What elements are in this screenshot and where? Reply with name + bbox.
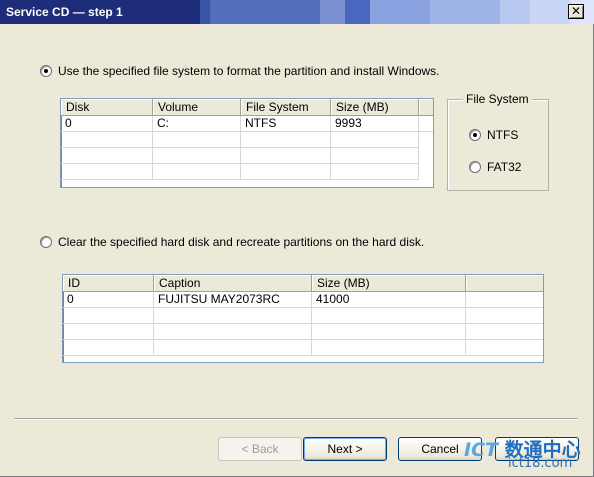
back-button[interactable]: < Back (218, 437, 302, 461)
table-cell-empty (466, 324, 543, 340)
table-cell-empty (312, 324, 466, 340)
table-cell-empty (63, 340, 154, 356)
table-cell-size[interactable]: 9993 (331, 116, 419, 132)
table-cell-empty (154, 340, 312, 356)
table-cell-blank[interactable] (419, 116, 433, 132)
clear-disk-label[interactable]: Clear the specified hard disk and recrea… (58, 235, 424, 249)
table-cell-empty (312, 308, 466, 324)
table-cell-empty (312, 340, 466, 356)
table-cell-file-system[interactable]: NTFS (241, 116, 331, 132)
button-separator (14, 418, 578, 420)
table-cell-empty (153, 164, 241, 180)
watermark-brand: ICT (464, 439, 498, 461)
ntfs-radio[interactable] (469, 129, 481, 141)
table-cell-empty (153, 132, 241, 148)
table-cell-empty (241, 148, 331, 164)
file-system-group-title: File System (463, 92, 532, 106)
table-cell-empty (154, 308, 312, 324)
fat32-label[interactable]: FAT32 (487, 160, 521, 174)
window-title: Service CD — step 1 (6, 5, 123, 19)
format-partition-radio[interactable] (40, 65, 52, 77)
partition-table[interactable]: Disk Volume File System Size (MB) 0 C: N… (60, 98, 434, 188)
table-cell-empty (331, 132, 419, 148)
table-cell-empty (61, 148, 153, 164)
ict18-watermark: ICT 数通中心 ict18.com (464, 435, 586, 475)
column-header-size[interactable]: Size (MB) (331, 99, 419, 116)
table-cell-empty (241, 132, 331, 148)
table-cell-empty (61, 164, 153, 180)
table-cell-id[interactable]: 0 (63, 292, 154, 308)
table-cell-size[interactable]: 41000 (312, 292, 466, 308)
fat32-radio[interactable] (469, 161, 481, 173)
service-cd-dialog: Service CD — step 1 ✕ Use the specified … (0, 0, 594, 477)
close-icon[interactable]: ✕ (568, 4, 584, 19)
column-header-volume[interactable]: Volume (153, 99, 241, 116)
watermark-domain: ict18.com (508, 456, 573, 471)
clear-disk-radio[interactable] (40, 236, 52, 248)
table-cell-empty (154, 324, 312, 340)
next-button[interactable]: Next > (303, 437, 387, 461)
column-header-caption[interactable]: Caption (154, 275, 312, 292)
column-header-size[interactable]: Size (MB) (312, 275, 466, 292)
title-bar[interactable]: Service CD — step 1 ✕ (0, 0, 594, 24)
table-cell-empty (466, 308, 543, 324)
hard-disk-table[interactable]: ID Caption Size (MB) 0 FUJITSU MAY2073RC… (62, 274, 544, 363)
table-cell-disk[interactable]: 0 (61, 116, 153, 132)
table-cell-empty (153, 148, 241, 164)
ntfs-label[interactable]: NTFS (487, 128, 518, 142)
column-header-disk[interactable]: Disk (61, 99, 153, 116)
format-partition-label[interactable]: Use the specified file system to format … (58, 64, 440, 78)
table-cell-empty (466, 340, 543, 356)
table-cell-blank[interactable] (466, 292, 543, 308)
column-header-blank[interactable] (466, 275, 543, 292)
column-header-id[interactable]: ID (63, 275, 154, 292)
column-header-blank[interactable] (419, 99, 433, 116)
table-cell-empty (61, 132, 153, 148)
table-cell-empty (63, 308, 154, 324)
column-header-file-system[interactable]: File System (241, 99, 331, 116)
table-cell-caption[interactable]: FUJITSU MAY2073RC (154, 292, 312, 308)
table-cell-volume[interactable]: C: (153, 116, 241, 132)
table-cell-empty (331, 148, 419, 164)
file-system-groupbox (447, 99, 549, 191)
table-cell-empty (241, 164, 331, 180)
table-cell-empty (331, 164, 419, 180)
table-cell-empty (63, 324, 154, 340)
